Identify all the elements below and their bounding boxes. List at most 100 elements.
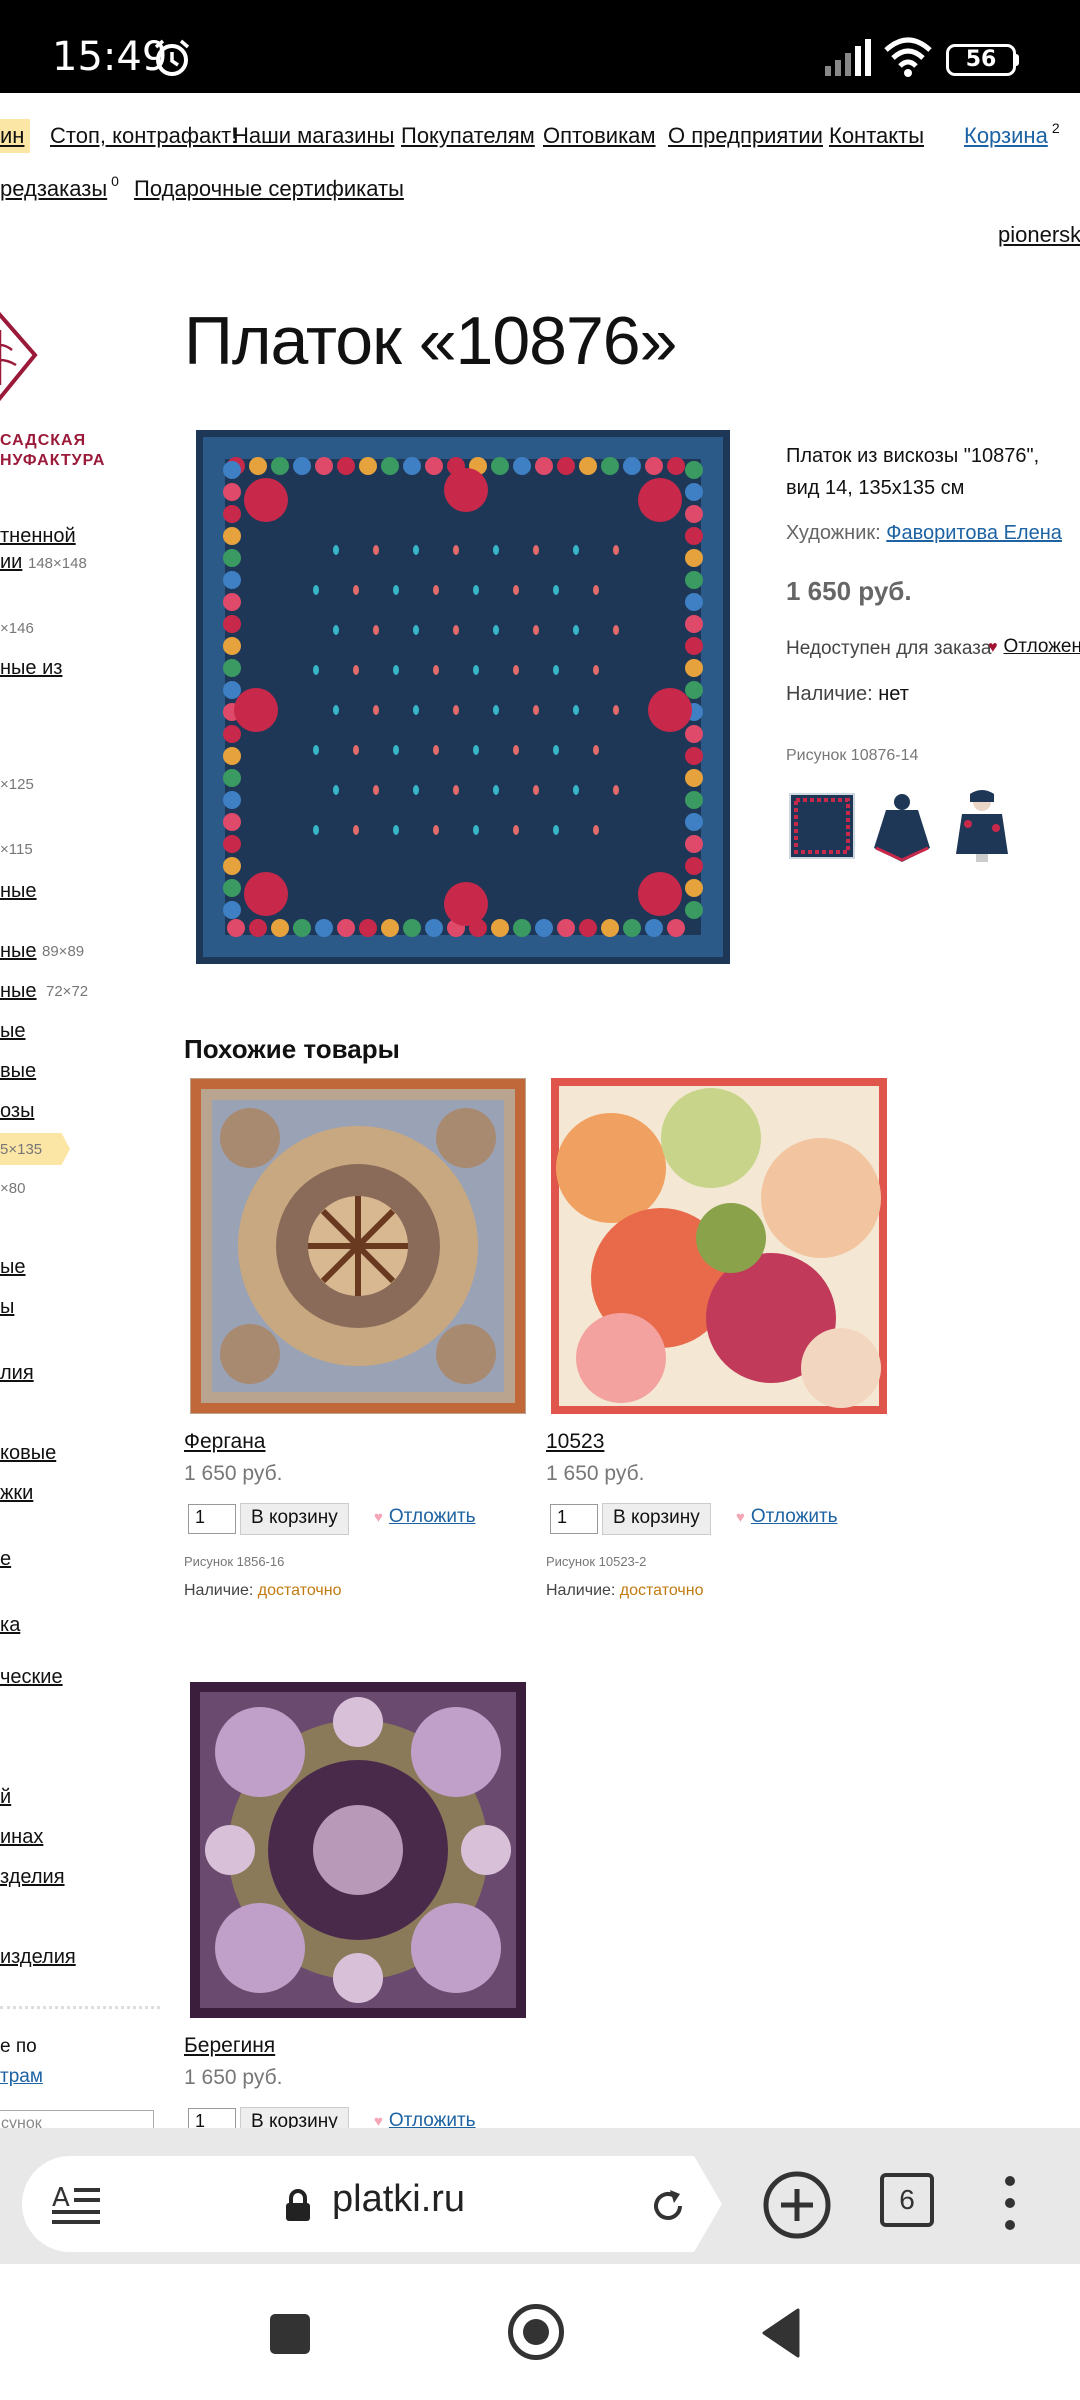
add-to-cart-button[interactable]: В корзину [602, 1503, 711, 1535]
sidebar-item[interactable]: е [0, 1548, 11, 1571]
similar-item-name[interactable]: 10523 [546, 1430, 604, 1454]
sidebar-item[interactable]: ые [0, 1256, 26, 1279]
scarf-flower [623, 919, 641, 937]
sidebar-item[interactable]: ковые [0, 1442, 56, 1465]
defer-link[interactable]: Отложить [751, 1506, 838, 1527]
sidebar-item-size[interactable]: 5×135 [0, 1141, 42, 1158]
quantity-input[interactable]: 1 [188, 1504, 236, 1534]
sidebar-item[interactable]: ы [0, 1296, 14, 1319]
sidebar-item[interactable]: зделия [0, 1866, 65, 1889]
similar-item-image[interactable] [190, 1682, 526, 2018]
similar-item-stock: Наличие: достаточно [184, 1582, 342, 1600]
nav-stop-counterfeit[interactable]: Стоп, контрафакт! [50, 123, 237, 149]
sidebar-item[interactable]: ческие [0, 1666, 63, 1689]
scarf-dot [513, 745, 519, 755]
scarf-dot [313, 745, 319, 755]
more-menu-icon[interactable] [1000, 2173, 1020, 2233]
sidebar-item[interactable]: тненной [0, 525, 76, 548]
scarf-dot [553, 745, 559, 755]
sidebar-item[interactable]: ные из [0, 657, 62, 680]
scarf-flower [513, 919, 531, 937]
scarf-flower [685, 857, 703, 875]
product-main-image[interactable] [196, 430, 730, 964]
scarf-flower [685, 615, 703, 633]
nav-about[interactable]: О предприятии [668, 123, 823, 149]
logo-icon[interactable] [0, 310, 40, 405]
site-domain-link[interactable]: pionerskr [998, 222, 1080, 248]
scarf-dot [413, 705, 419, 715]
reload-icon[interactable] [648, 2186, 688, 2226]
similar-item-name[interactable]: Фергана [184, 1430, 265, 1454]
sidebar-item[interactable]: вые [0, 1060, 36, 1083]
add-to-cart-button[interactable]: В корзину [240, 1503, 349, 1535]
wifi-icon [884, 37, 932, 77]
sidebar-item[interactable]: лия [0, 1362, 34, 1385]
nav-shop-partial[interactable]: ин [0, 119, 30, 153]
scarf-dot [433, 585, 439, 595]
nav-cart[interactable]: Корзина 2 [964, 120, 1060, 149]
home-icon[interactable] [508, 2304, 564, 2360]
thumbnail-flat[interactable] [786, 788, 858, 864]
nav-gift-certificates[interactable]: Подарочные сертификаты [134, 176, 404, 202]
defer-link[interactable]: Отложен [1004, 636, 1080, 657]
scarf-dot [533, 545, 539, 555]
nav-contacts[interactable]: Контакты [829, 123, 924, 149]
scarf-dot [433, 745, 439, 755]
thumbnail-worn-front[interactable] [946, 788, 1018, 864]
similar-item-name[interactable]: Берегиня [184, 2034, 275, 2058]
sidebar-item[interactable]: ка [0, 1614, 20, 1637]
sidebar-item[interactable]: ные [0, 880, 37, 903]
scarf-flower [315, 919, 333, 937]
tab-switcher-button[interactable]: 6 [880, 2173, 934, 2227]
scarf-dot [353, 825, 359, 835]
scarf-dot [573, 625, 579, 635]
sidebar-item[interactable]: инах [0, 1826, 43, 1849]
sidebar-item[interactable]: изделия [0, 1946, 76, 1969]
scarf-flower [223, 659, 241, 677]
artist-link[interactable]: Фаворитова Елена [886, 522, 1062, 544]
reader-mode-icon[interactable]: A [52, 2182, 100, 2226]
sidebar-item[interactable]: жки [0, 1482, 33, 1505]
preorders-link[interactable]: редзаказы [0, 176, 107, 201]
similar-item-pattern: Рисунок 10523-2 [546, 1554, 647, 1569]
similar-item-image[interactable] [190, 1078, 526, 1414]
sidebar-search-link[interactable]: трам [0, 2066, 43, 2088]
scarf-flower [293, 457, 311, 475]
quantity-input[interactable]: 1 [550, 1504, 598, 1534]
sidebar-item[interactable]: озы [0, 1100, 34, 1123]
defer-button[interactable]: ♥ Отложить [374, 1506, 476, 1528]
sidebar-item[interactable]: ные [0, 980, 37, 1003]
defer-button[interactable]: ♥ Отложен [988, 636, 1080, 658]
cart-link[interactable]: Корзина [964, 123, 1048, 148]
nav-for-customers[interactable]: Покупателям [401, 123, 535, 149]
scarf-flower [223, 857, 241, 875]
stock-value: достаточно [619, 1582, 704, 1599]
scarf-flower [685, 505, 703, 523]
scarf-flower [223, 747, 241, 765]
scarf-dot [593, 825, 599, 835]
scarf-flower [425, 457, 443, 475]
nav-our-stores[interactable]: Наши магазины [233, 123, 394, 149]
sidebar-item[interactable]: ные [0, 940, 37, 963]
defer-link[interactable]: Отложить [389, 1506, 476, 1527]
scarf-dot [553, 825, 559, 835]
scarf-flower [223, 901, 241, 919]
sidebar-item[interactable]: й [0, 1786, 11, 1809]
sidebar-item[interactable]: ые [0, 1020, 26, 1043]
scarf-flower [293, 919, 311, 937]
nav-wholesale[interactable]: Оптовикам [543, 123, 656, 149]
similar-item-image[interactable] [551, 1078, 887, 1414]
nav-preorders[interactable]: редзаказы 0 [0, 173, 119, 202]
scarf-flower [223, 549, 241, 567]
scarf-dot [493, 705, 499, 715]
thumbnail-worn-back[interactable] [866, 788, 938, 864]
url-text[interactable]: platki.ru [332, 2178, 465, 2221]
back-icon[interactable] [760, 2308, 800, 2358]
sidebar-item[interactable]: ии [0, 551, 22, 574]
scarf-dot [313, 585, 319, 595]
new-tab-icon[interactable] [762, 2170, 832, 2240]
recents-icon[interactable] [270, 2314, 310, 2354]
defer-button[interactable]: ♥ Отложить [736, 1506, 838, 1528]
scarf-flower [601, 457, 619, 475]
scarf-flower [271, 457, 289, 475]
